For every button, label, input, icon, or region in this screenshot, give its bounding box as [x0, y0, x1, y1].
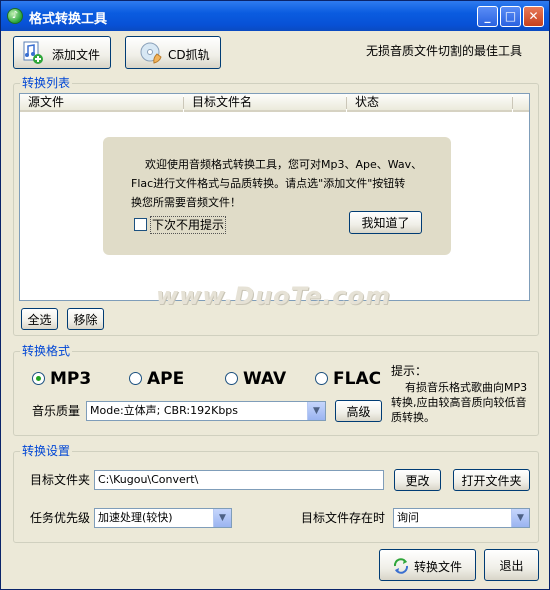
dont-show-label[interactable]: 下次不用提示: [150, 216, 227, 234]
hint-title: 提示：: [391, 364, 428, 378]
open-folder-button[interactable]: 打开文件夹: [453, 469, 530, 491]
convert-button[interactable]: 转换文件: [379, 549, 476, 581]
close-button[interactable]: ✕: [523, 6, 544, 27]
change-folder-button[interactable]: 更改: [394, 469, 441, 491]
app-window: ♪ 格式转换工具 _ □ ✕ 添加文件 CD抓轨 无损音质文件切割的最佳工具 转…: [0, 0, 550, 590]
exit-button[interactable]: 退出: [484, 549, 539, 581]
cd-icon: [140, 42, 162, 64]
radio-ape-label[interactable]: APE: [147, 369, 184, 389]
column-header-status[interactable]: 状态: [347, 94, 512, 112]
target-folder-input[interactable]: C:\Kugou\Convert\: [94, 470, 384, 490]
target-folder-label: 目标文件夹: [30, 473, 91, 487]
cd-rip-label: CD抓轨: [168, 48, 210, 62]
priority-label: 任务优先级: [30, 511, 91, 525]
dont-show-checkbox[interactable]: [134, 218, 147, 231]
quality-select[interactable]: Mode:立体声; CBR:192Kbps ▼: [86, 401, 326, 421]
radio-mp3[interactable]: [32, 372, 45, 385]
convert-list-title: 转换列表: [20, 76, 73, 90]
chevron-down-icon[interactable]: ▼: [307, 402, 325, 420]
welcome-line-3: 换您所需要音频文件！: [131, 196, 241, 209]
file-exists-value: 询问: [397, 511, 419, 524]
welcome-popup: 欢迎使用音频格式转换工具，您可对Mp3、Ape、Wav、 Flac进行文件格式与…: [103, 137, 451, 255]
chevron-down-icon[interactable]: ▼: [213, 509, 231, 527]
settings-group: 转换设置: [13, 444, 539, 543]
got-it-button[interactable]: 我知道了: [349, 211, 422, 234]
radio-flac[interactable]: [315, 372, 328, 385]
column-header-filler: [513, 94, 529, 112]
radio-selected-dot: [36, 376, 41, 381]
advanced-button[interactable]: 高级: [335, 400, 382, 422]
app-icon: ♪: [7, 8, 23, 24]
radio-wav-label[interactable]: WAV: [243, 369, 286, 389]
slogan-text: 无损音质文件切割的最佳工具: [366, 44, 523, 58]
maximize-button[interactable]: □: [500, 6, 521, 27]
welcome-message: 欢迎使用音频格式转换工具，您可对Mp3、Ape、Wav、 Flac进行文件格式与…: [131, 155, 437, 212]
quality-label: 音乐质量: [32, 404, 81, 418]
column-header-target[interactable]: 目标文件名: [184, 94, 346, 112]
add-file-button[interactable]: 添加文件: [13, 36, 111, 69]
convert-label: 转换文件: [414, 560, 463, 574]
priority-select[interactable]: 加速处理(较快) ▼: [94, 508, 232, 528]
column-header-source[interactable]: 源文件: [20, 94, 183, 112]
select-all-button[interactable]: 全选: [21, 308, 58, 330]
quality-value: Mode:立体声; CBR:192Kbps: [90, 404, 239, 417]
cd-rip-button[interactable]: CD抓轨: [125, 36, 221, 69]
file-exists-select[interactable]: 询问 ▼: [393, 508, 530, 528]
format-title: 转换格式: [20, 344, 73, 358]
convert-icon: [393, 558, 409, 574]
radio-mp3-label[interactable]: MP3: [50, 369, 91, 389]
radio-ape[interactable]: [129, 372, 142, 385]
window-title: 格式转换工具: [29, 12, 108, 27]
hint-text: 有损音乐格式歌曲向MP3转换,应由较高音质向较低音质转换。: [391, 381, 528, 424]
chevron-down-icon[interactable]: ▼: [511, 509, 529, 527]
minimize-button[interactable]: _: [477, 6, 498, 27]
radio-flac-label[interactable]: FLAC: [333, 369, 381, 389]
priority-value: 加速处理(较快): [98, 511, 173, 524]
welcome-line-1: 欢迎使用音频格式转换工具，您可对Mp3、Ape、Wav、: [145, 158, 423, 171]
remove-button[interactable]: 移除: [67, 308, 104, 330]
radio-wav[interactable]: [225, 372, 238, 385]
welcome-line-2: Flac进行文件格式与品质转换。请点选"添加文件"按钮转: [131, 177, 406, 190]
add-file-label: 添加文件: [52, 48, 101, 62]
settings-title: 转换设置: [20, 444, 73, 458]
add-file-icon: [23, 41, 43, 64]
watermark-text: www.DuoTe.com: [156, 282, 391, 310]
title-bar[interactable]: ♪ 格式转换工具 _ □ ✕: [1, 1, 549, 31]
file-exists-label: 目标文件存在时: [301, 511, 386, 525]
